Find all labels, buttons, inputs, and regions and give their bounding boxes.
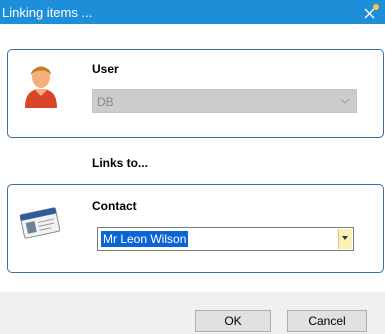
links-to-label: Links to...: [92, 156, 149, 170]
close-button[interactable]: [361, 2, 381, 22]
dropdown-arrow-icon: [342, 236, 348, 240]
chevron-down-icon: [340, 98, 350, 104]
ok-button[interactable]: OK: [195, 310, 271, 332]
contact-card-icon: [19, 207, 61, 239]
contact-select-value: Mr Leon Wilson: [101, 231, 189, 247]
cancel-button[interactable]: Cancel: [287, 310, 367, 332]
user-label: User: [92, 62, 119, 76]
contact-label: Contact: [92, 199, 137, 213]
contact-group: Contact Mr Leon Wilson: [7, 184, 384, 273]
contact-dropdown-button[interactable]: [338, 229, 352, 249]
user-icon: [25, 66, 57, 108]
user-group: User DB: [7, 49, 384, 138]
window-title: Linking items ...: [2, 5, 93, 20]
user-select-value: DB: [97, 95, 114, 109]
title-bar: Linking items ...: [0, 0, 385, 24]
contact-select[interactable]: Mr Leon Wilson: [97, 227, 354, 251]
close-icon: [364, 4, 379, 19]
user-select[interactable]: DB: [92, 89, 357, 113]
dialog-footer: OK Cancel: [0, 292, 385, 334]
